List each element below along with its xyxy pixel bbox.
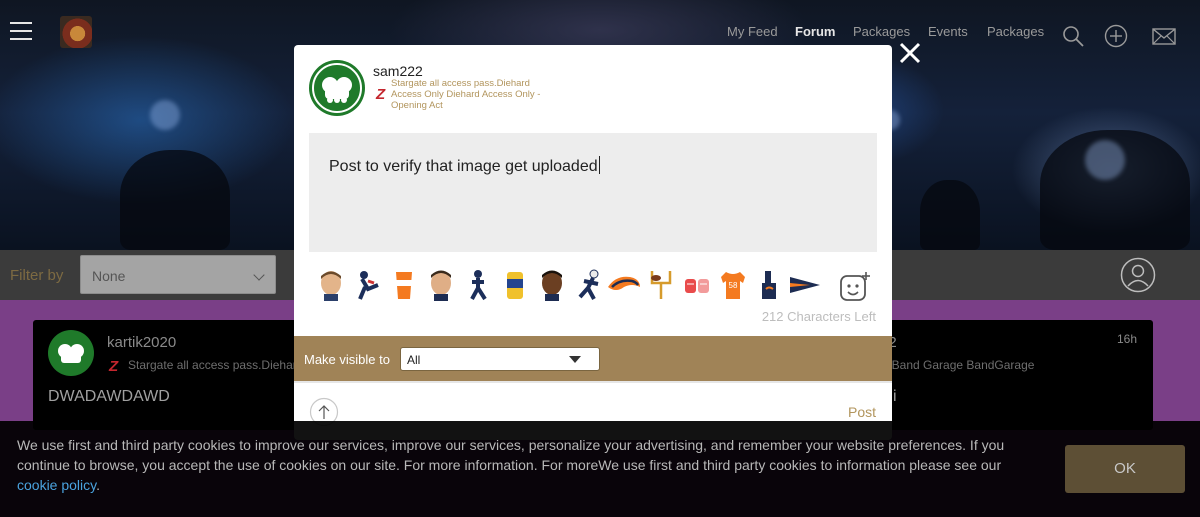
broncos-logo-sticker-icon[interactable]	[606, 269, 642, 301]
filter-select[interactable]: None	[80, 255, 276, 294]
ghost-avatar-icon	[312, 63, 362, 113]
cookie-message: We use first and third party cookies to …	[17, 437, 1005, 493]
post-text-value: Post to verify that image get uploaded	[329, 158, 598, 175]
create-post-modal: sam222 Z Stargate all access pass.Diehar…	[294, 45, 892, 440]
foam-finger-sticker-icon[interactable]	[754, 269, 784, 301]
post-author-pass: ge Band Garage BandGarage	[875, 358, 1035, 372]
receiver-sticker-icon[interactable]	[574, 269, 604, 301]
player-face-3-sticker-icon[interactable]	[537, 269, 567, 301]
visibility-bar: Make visible to All	[294, 336, 892, 381]
pennant-sticker-icon[interactable]	[788, 269, 822, 301]
close-icon[interactable]	[897, 40, 923, 66]
post-body: DWADAWDAWD	[48, 388, 170, 405]
composer-avatar	[309, 60, 365, 116]
drink-can-sticker-icon[interactable]	[500, 269, 530, 301]
user-profile-icon[interactable]	[1120, 257, 1156, 293]
svg-text:58: 58	[729, 281, 738, 290]
divider	[294, 381, 892, 383]
z-badge-icon: Z	[376, 86, 386, 103]
nav-packages[interactable]: Packages	[853, 24, 910, 39]
avatar[interactable]	[48, 330, 94, 376]
text-caret	[598, 156, 600, 174]
post-author-pass: Stargate all access pass.Diehard	[128, 358, 304, 372]
dropdown-arrow-icon	[569, 356, 581, 363]
composer-pass: Stargate all access pass.Diehard Access …	[391, 78, 541, 111]
mail-icon[interactable]	[1152, 24, 1176, 48]
add-circle-icon[interactable]	[1104, 24, 1128, 48]
menu-icon[interactable]	[10, 22, 32, 40]
goalpost-sticker-icon[interactable]	[646, 269, 676, 301]
post-text-input[interactable]: Post to verify that image get uploaded	[309, 133, 877, 252]
ghost-avatar-icon	[58, 344, 84, 363]
cookie-policy-link[interactable]: cookie policy	[17, 477, 96, 493]
filter-select-value: None	[92, 268, 126, 284]
characters-left: 212 Characters Left	[761, 309, 876, 324]
runner-sticker-icon[interactable]	[463, 269, 493, 301]
jersey-58-sticker-icon[interactable]: 58	[718, 269, 748, 301]
kicker-sticker-icon[interactable]	[352, 269, 382, 301]
z-badge-icon: Z	[109, 358, 119, 375]
post-timestamp: 16h	[1116, 332, 1137, 346]
visibility-select-value: All	[407, 353, 421, 367]
cookie-text: We use first and third party cookies to …	[17, 437, 1005, 473]
composer-username: sam222	[373, 63, 423, 79]
nav-forum[interactable]: Forum	[795, 24, 835, 39]
orange-cup-sticker-icon[interactable]	[389, 269, 419, 301]
post-body: i	[893, 388, 897, 405]
cookie-banner: We use first and third party cookies to …	[0, 421, 1200, 517]
gloves-sticker-icon[interactable]	[682, 269, 712, 301]
player-face-2-sticker-icon[interactable]	[426, 269, 456, 301]
player-face-1-sticker-icon[interactable]	[316, 269, 346, 301]
post-button[interactable]: Post	[848, 404, 876, 420]
visibility-select[interactable]: All	[400, 347, 600, 371]
nav-events[interactable]: Events	[928, 24, 968, 39]
site-logo[interactable]	[60, 16, 92, 48]
filter-label: Filter by	[10, 267, 64, 284]
chevron-down-icon	[253, 269, 265, 281]
post-author[interactable]: kartik2020	[107, 334, 176, 351]
nav-my-feed[interactable]: My Feed	[727, 24, 778, 39]
nav-packages-2[interactable]: Packages	[987, 24, 1044, 39]
add-sticker-icon[interactable]	[839, 271, 871, 303]
cookie-ok-label: OK	[1114, 460, 1136, 477]
cookie-ok-button[interactable]: OK	[1065, 445, 1185, 493]
sticker-strip: 58	[314, 269, 834, 303]
search-icon[interactable]	[1061, 24, 1085, 48]
visibility-label: Make visible to	[304, 352, 390, 367]
